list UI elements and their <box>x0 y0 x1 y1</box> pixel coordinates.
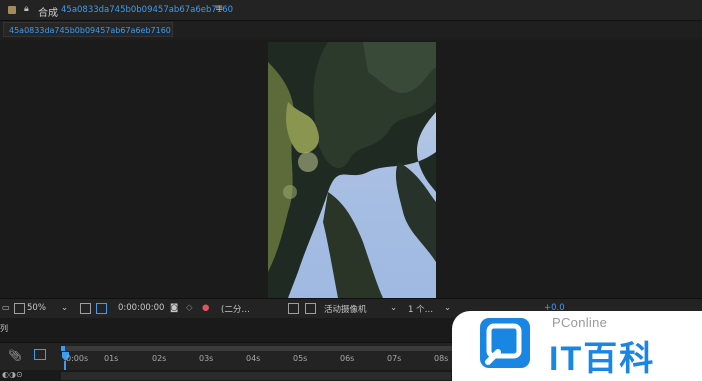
pconline-watermark: PConline IT百科 <box>452 311 702 381</box>
magnifier-logo-icon <box>480 318 530 368</box>
views-dropdown[interactable]: 1 个… <box>408 303 433 315</box>
timeline-side-label: 列 <box>0 324 8 333</box>
timeline-tick: 05s <box>293 354 308 363</box>
tree-sky-image <box>268 42 436 298</box>
timeline-tick: 02s <box>152 354 167 363</box>
region-of-interest-icon[interactable] <box>96 303 107 314</box>
footage-frame[interactable] <box>268 42 436 298</box>
timeline-tick: 0:00s <box>66 354 89 363</box>
timeline-tick: 06s <box>340 354 355 363</box>
composition-panel-header: 🔒︎ 合成 45a0833da745b0b09457ab67a6eb7160 ≡ <box>0 0 702 21</box>
work-area-bar[interactable] <box>61 346 461 351</box>
paperclip-icon[interactable]: 📎︎ <box>8 349 22 362</box>
transparency-grid-icon[interactable] <box>305 303 316 314</box>
grid-icon[interactable] <box>80 303 91 314</box>
monitor-icon[interactable]: ▭ <box>2 303 10 312</box>
current-time[interactable]: 0:00:00:00 <box>118 303 164 313</box>
camera-dropdown[interactable]: 活动摄像机 <box>324 303 367 315</box>
watermark-brand-small: PConline <box>552 315 608 330</box>
snapshot-icon[interactable]: ◙ <box>170 303 178 313</box>
panel-menu-icon[interactable]: ≡ <box>215 3 223 14</box>
camera-dropdown-caret[interactable]: ⌄ <box>390 303 397 313</box>
timeline-tick: 07s <box>387 354 402 363</box>
fast-preview-icon[interactable] <box>288 303 299 314</box>
timeline-tick: 04s <box>246 354 261 363</box>
magnify-icon[interactable] <box>14 303 25 314</box>
watermark-brand-large: IT百科 <box>549 340 656 378</box>
timeline-tick: 08s <box>434 354 449 363</box>
lock-icon[interactable]: 🔒︎ <box>24 4 29 14</box>
timeline-tick: 01s <box>104 354 119 363</box>
show-snapshot-icon[interactable]: ◇ <box>186 303 193 313</box>
work-area-start-handle[interactable] <box>61 346 65 351</box>
layer-switch-icons[interactable]: ◐◑⊙ <box>2 370 23 379</box>
views-dropdown-caret[interactable]: ⌄ <box>444 303 451 313</box>
composition-tab[interactable]: 45a0833da745b0b09457ab67a6eb7160 <box>3 22 173 37</box>
color-channels-icon[interactable]: ● <box>202 303 209 313</box>
composition-color-swatch <box>8 6 16 14</box>
zoom-dropdown-caret[interactable]: ⌄ <box>61 303 68 313</box>
resolution-dropdown[interactable]: (二分… <box>221 303 250 315</box>
timeline-tick: 03s <box>199 354 214 363</box>
zoom-dropdown[interactable]: 50% <box>27 303 46 313</box>
layer-track[interactable] <box>61 372 451 380</box>
composition-name[interactable]: 45a0833da745b0b09457ab67a6eb7160 <box>61 5 233 15</box>
panel-label: 合成 <box>38 8 58 19</box>
composition-mini-flowchart-icon[interactable] <box>34 349 46 360</box>
